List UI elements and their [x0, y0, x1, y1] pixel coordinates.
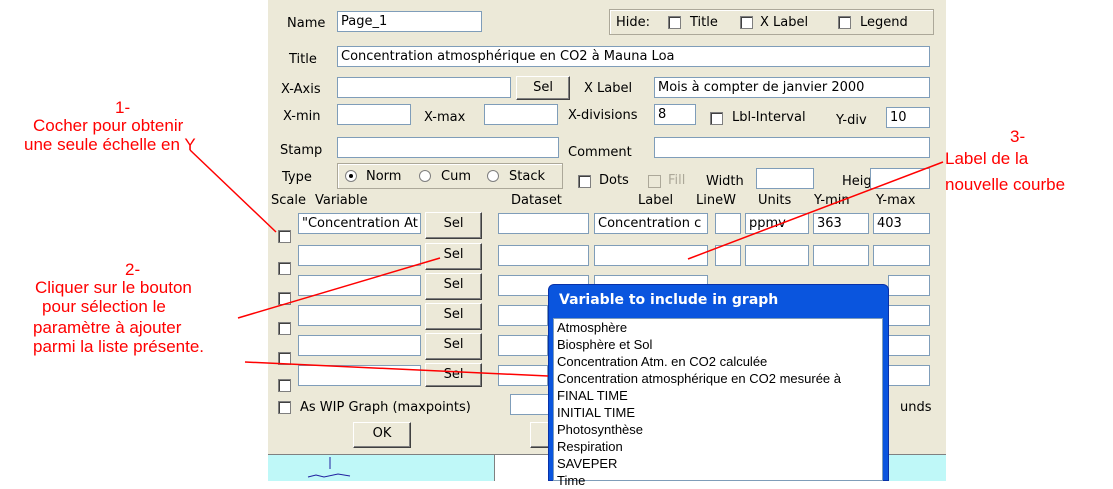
annotation-2-line2: pour sélection le — [42, 297, 166, 316]
annotation-1-line1: Cocher pour obtenir — [33, 116, 184, 135]
annotation-arrows — [189, 149, 944, 377]
annotation-1-line2: une seule échelle en Y — [24, 135, 196, 154]
annotation-3-line2: nouvelle courbe — [945, 175, 1066, 194]
annotation-3-line1: Label de la — [945, 149, 1029, 168]
arrow-2b-line — [244, 361, 549, 377]
arrow-2a-line — [237, 257, 441, 319]
annotation-1-number: 1- — [115, 98, 131, 117]
annotation-3-number: 3- — [1010, 127, 1026, 146]
arrow-3-line — [687, 161, 944, 260]
annotation-2-line1: Cliquer sur le bouton — [35, 278, 192, 297]
annotation-2-number: 2- — [125, 260, 141, 279]
annotation-2-line4: parmi la liste présente. — [33, 337, 205, 356]
arrow-1-line — [189, 149, 277, 233]
annotation-2-line3: paramètre à ajouter — [33, 318, 182, 337]
